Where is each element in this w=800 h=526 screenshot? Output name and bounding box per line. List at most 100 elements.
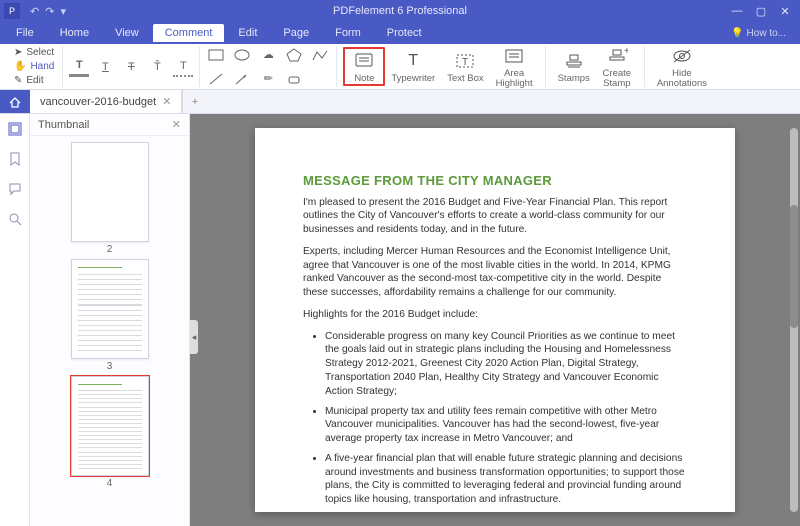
strikethrough-text-icon[interactable]: T xyxy=(121,57,141,77)
squiggly-text-icon[interactable]: T xyxy=(173,57,193,77)
thumbnail-item[interactable]: 3 xyxy=(71,259,149,372)
thumbnail-panel-title: Thumbnail xyxy=(38,119,89,131)
doc-bullet-list: Considerable progress on many key Counci… xyxy=(325,330,687,507)
hide-group: Hide Annotations xyxy=(645,46,719,87)
qat-redo-icon[interactable]: ↷ xyxy=(45,5,54,18)
maximize-button[interactable]: ▢ xyxy=(750,2,772,20)
panel-collapse-handle[interactable]: ◂ xyxy=(190,320,198,354)
close-panel-icon[interactable]: ✕ xyxy=(172,118,181,131)
doc-bullet: Considerable progress on many key Counci… xyxy=(325,330,687,399)
howto-link[interactable]: 💡 How to... xyxy=(731,28,796,39)
stamps-group: Stamps + Create Stamp xyxy=(546,46,645,87)
cloud-shape-icon[interactable]: ☁ xyxy=(258,45,278,65)
new-tab-button[interactable]: + xyxy=(182,90,206,113)
hand-tool[interactable]: ✋Hand xyxy=(12,60,56,73)
side-rail xyxy=(0,114,30,526)
textbox-icon: T xyxy=(455,50,475,72)
thumbnail-page-number: 2 xyxy=(107,244,113,255)
select-tool[interactable]: ➤Select xyxy=(12,46,56,59)
comments-panel-icon[interactable] xyxy=(6,180,24,198)
area-highlight-button[interactable]: Area Highlight xyxy=(490,43,539,90)
menu-view[interactable]: View xyxy=(103,24,151,42)
menu-page[interactable]: Page xyxy=(271,24,321,42)
text-markup-group: T T T T̂ T xyxy=(63,46,200,87)
create-stamp-button[interactable]: + Create Stamp xyxy=(596,43,638,90)
menu-edit[interactable]: Edit xyxy=(226,24,269,42)
area-highlight-icon xyxy=(504,45,524,67)
note-button[interactable]: Note xyxy=(343,47,385,87)
menu-home[interactable]: Home xyxy=(48,24,101,42)
close-tab-icon[interactable]: ✕ xyxy=(162,95,171,108)
title-bar: P ↶ ↷ ▾ PDFelement 6 Professional — ▢ ✕ xyxy=(0,0,800,22)
svg-text:+: + xyxy=(624,47,628,57)
qat-dropdown-icon[interactable]: ▾ xyxy=(60,5,66,18)
thumbnails-panel-icon[interactable] xyxy=(6,120,24,138)
bookmarks-panel-icon[interactable] xyxy=(6,150,24,168)
oval-shape-icon[interactable] xyxy=(232,45,252,65)
connected-lines-icon[interactable] xyxy=(310,45,330,65)
thumbnail-item[interactable]: 2 xyxy=(71,142,149,255)
doc-paragraph: Experts, including Mercer Human Resource… xyxy=(303,245,687,300)
thumbnail-page-preview xyxy=(71,142,149,242)
sticky-note-icon xyxy=(354,50,374,72)
window-title: PDFelement 6 Professional xyxy=(333,5,467,17)
thumbnail-panel: Thumbnail ✕ 2 3 4 xyxy=(30,114,190,526)
thumbnail-page-preview xyxy=(71,259,149,359)
textbox-button[interactable]: T Text Box xyxy=(441,48,489,86)
stamps-button[interactable]: Stamps xyxy=(552,48,596,86)
document-tab-label: vancouver-2016-budget xyxy=(40,96,156,108)
document-tab[interactable]: vancouver-2016-budget ✕ xyxy=(30,90,182,113)
cursor-icon: ➤ xyxy=(14,47,22,58)
eye-slash-icon xyxy=(671,45,693,67)
hide-annotations-button[interactable]: Hide Annotations xyxy=(651,43,713,90)
page-viewport[interactable]: ◂ MESSAGE FROM THE CITY MANAGER I'm plea… xyxy=(190,114,800,526)
doc-heading: MESSAGE FROM THE CITY MANAGER xyxy=(303,172,687,190)
line-shape-icon[interactable] xyxy=(206,69,226,89)
document-tab-bar: vancouver-2016-budget ✕ + xyxy=(0,90,800,114)
annotations-group: Note T Typewriter T Text Box Area Highli… xyxy=(337,46,545,87)
polygon-shape-icon[interactable] xyxy=(284,45,304,65)
workspace: Thumbnail ✕ 2 3 4 ◂ MESSAGE FROM THE CITY … xyxy=(0,114,800,526)
menu-protect[interactable]: Protect xyxy=(375,24,434,42)
thumbnail-page-number: 3 xyxy=(107,361,113,372)
menu-form[interactable]: Form xyxy=(323,24,373,42)
shapes-group: ☁ ✏ xyxy=(200,46,337,87)
hand-icon: ✋ xyxy=(14,61,26,72)
highlight-text-icon[interactable]: T xyxy=(69,57,89,77)
search-panel-icon[interactable] xyxy=(6,210,24,228)
edit-tool[interactable]: ✎Edit xyxy=(12,74,56,87)
stamp-icon xyxy=(563,50,585,72)
arrow-shape-icon[interactable] xyxy=(232,69,252,89)
quick-access-toolbar: ↶ ↷ ▾ xyxy=(30,5,66,18)
home-tab-button[interactable] xyxy=(0,90,30,113)
thumbnail-item[interactable]: 4 xyxy=(71,376,149,489)
thumbnail-page-number: 4 xyxy=(107,478,113,489)
svg-text:T: T xyxy=(462,57,468,68)
doc-bullet: A five-year financial plan that will ena… xyxy=(325,452,687,507)
caret-text-icon[interactable]: T̂ xyxy=(147,57,167,77)
doc-paragraph: I'm pleased to present the 2016 Budget a… xyxy=(303,196,687,237)
eraser-icon[interactable] xyxy=(284,69,304,89)
menu-bar: File Home View Comment Edit Page Form Pr… xyxy=(0,22,800,44)
selection-tool-group: ➤Select ✋Hand ✎Edit xyxy=(6,46,63,87)
doc-paragraph: Highlights for the 2016 Budget include: xyxy=(303,308,687,322)
underline-text-icon[interactable]: T xyxy=(95,57,115,77)
create-stamp-icon: + xyxy=(606,45,628,67)
rectangle-shape-icon[interactable] xyxy=(206,45,226,65)
pencil-draw-icon[interactable]: ✏ xyxy=(258,69,278,89)
thumbnail-list: 2 3 4 xyxy=(30,136,189,526)
minimize-button[interactable]: — xyxy=(726,2,748,20)
app-icon: P xyxy=(4,3,20,19)
typewriter-icon: T xyxy=(408,50,418,72)
doc-bullet: Municipal property tax and utility fees … xyxy=(325,405,687,446)
typewriter-button[interactable]: T Typewriter xyxy=(385,48,441,86)
thumbnail-page-preview xyxy=(71,376,149,476)
menu-file[interactable]: File xyxy=(4,24,46,42)
howto-label: How to... xyxy=(747,28,786,39)
close-button[interactable]: ✕ xyxy=(774,2,796,20)
ribbon: ➤Select ✋Hand ✎Edit T T T T̂ T ☁ xyxy=(0,44,800,90)
vertical-scrollbar[interactable] xyxy=(790,128,798,512)
document-page: MESSAGE FROM THE CITY MANAGER I'm please… xyxy=(255,128,735,512)
menu-comment[interactable]: Comment xyxy=(153,24,225,42)
qat-undo-icon[interactable]: ↶ xyxy=(30,5,39,18)
